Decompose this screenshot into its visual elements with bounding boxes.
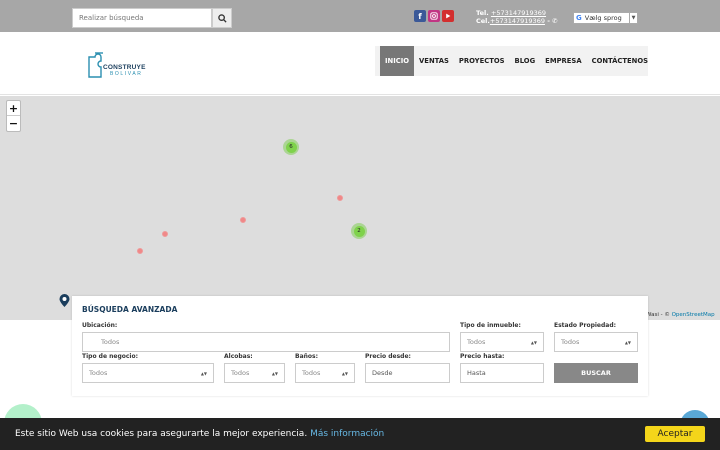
- attribution-text: Wasi - ©: [646, 312, 670, 318]
- precio-hasta-label: Precio hasta:: [460, 353, 505, 360]
- chevron-down-icon: ▼: [629, 13, 637, 23]
- site-search: [72, 8, 232, 28]
- ubicacion-label: Ubicación:: [82, 322, 118, 329]
- select-value: Todos: [302, 369, 321, 377]
- map-marker[interactable]: [137, 248, 143, 254]
- language-selector[interactable]: G Vælg sprog ▼: [573, 12, 638, 24]
- chevron-down-icon: ▲▼: [530, 339, 537, 345]
- nav-empresa[interactable]: EMPRESA: [540, 46, 586, 76]
- nav-contactenos[interactable]: CONTÁCTENOS: [587, 46, 653, 76]
- nav-proyectos[interactable]: PROYECTOS: [454, 46, 510, 76]
- logo-name: CONSTRUYE: [103, 64, 146, 71]
- map-marker[interactable]: [337, 195, 343, 201]
- estado-label: Estado Propiedad:: [554, 322, 617, 329]
- tipo-inmueble-select[interactable]: Todos ▲▼: [460, 332, 544, 352]
- precio-desde-input[interactable]: Desde: [365, 363, 450, 383]
- cluster-count: 2: [353, 225, 365, 237]
- nav-blog[interactable]: BLOG: [510, 46, 541, 76]
- property-map[interactable]: [0, 96, 720, 320]
- select-value: Todos: [89, 369, 108, 377]
- map-marker[interactable]: [240, 217, 246, 223]
- chevron-down-icon: ▲▼: [341, 370, 348, 376]
- ubicacion-input[interactable]: Todos: [82, 332, 450, 352]
- youtube-icon[interactable]: [442, 10, 454, 22]
- tipo-negocio-label: Tipo de negocio:: [82, 353, 139, 360]
- zoom-in-button[interactable]: +: [7, 101, 20, 116]
- language-label: Vælg sprog: [584, 14, 622, 22]
- main-nav: INICIO VENTAS PROYECTOS BLOG EMPRESA CON…: [375, 46, 648, 76]
- cookie-message: Este sitio Web usa cookies para asegurar…: [15, 429, 384, 439]
- contact-info: Tel. +573147919369 Cel.+573147919369 - ✆: [476, 9, 558, 25]
- select-value: Todos: [561, 338, 580, 346]
- select-value: Todos: [467, 338, 486, 346]
- cell-label: Cel.: [476, 16, 490, 25]
- buscar-button[interactable]: BUSCAR: [554, 363, 638, 383]
- nav-inicio[interactable]: INICIO: [380, 46, 415, 76]
- search-input[interactable]: [72, 8, 212, 28]
- logo-subname: BOLIVAR: [110, 71, 143, 77]
- map-attribution: Wasi - © OpenStreetMap: [646, 312, 715, 318]
- map-cluster[interactable]: 6: [283, 139, 299, 155]
- whatsapp-icon: ✆: [552, 16, 558, 25]
- tipo-inmueble-label: Tipo de inmueble:: [460, 322, 521, 329]
- cookie-text: Este sitio Web usa cookies para asegurar…: [15, 429, 308, 439]
- more-info-link[interactable]: Más información: [310, 429, 384, 439]
- accept-cookies-button[interactable]: Aceptar: [645, 426, 705, 442]
- banos-select[interactable]: Todos ▲▼: [295, 363, 355, 383]
- location-pin-icon: [59, 294, 70, 307]
- alcobas-select[interactable]: Todos ▲▼: [224, 363, 285, 383]
- openstreetmap-link[interactable]: OpenStreetMap: [672, 312, 715, 318]
- tipo-negocio-select[interactable]: Todos ▲▼: [82, 363, 214, 383]
- select-value: Todos: [231, 369, 250, 377]
- alcobas-label: Alcobas:: [224, 353, 253, 360]
- map-marker[interactable]: [162, 231, 168, 237]
- banos-label: Baños:: [295, 353, 318, 360]
- panel-title: BÚSQUEDA AVANZADA: [82, 305, 178, 314]
- cell-link[interactable]: +573147919369: [490, 17, 545, 25]
- zoom-out-button[interactable]: −: [7, 116, 20, 131]
- search-icon: [217, 13, 227, 23]
- precio-desde-label: Precio desde:: [365, 353, 411, 360]
- chevron-down-icon: ▲▼: [624, 339, 631, 345]
- estado-select[interactable]: Todos ▲▼: [554, 332, 638, 352]
- precio-hasta-input[interactable]: Hasta: [460, 363, 544, 383]
- cluster-count: 6: [285, 141, 297, 153]
- nav-ventas[interactable]: VENTAS: [414, 46, 454, 76]
- chevron-down-icon: ▲▼: [200, 370, 207, 376]
- chevron-down-icon: ▲▼: [271, 370, 278, 376]
- zoom-control: + −: [6, 100, 21, 132]
- google-icon: G: [576, 14, 582, 22]
- search-button[interactable]: [212, 8, 232, 28]
- instagram-icon[interactable]: [428, 10, 440, 22]
- map-cluster[interactable]: 2: [351, 223, 367, 239]
- facebook-icon[interactable]: f: [414, 10, 426, 22]
